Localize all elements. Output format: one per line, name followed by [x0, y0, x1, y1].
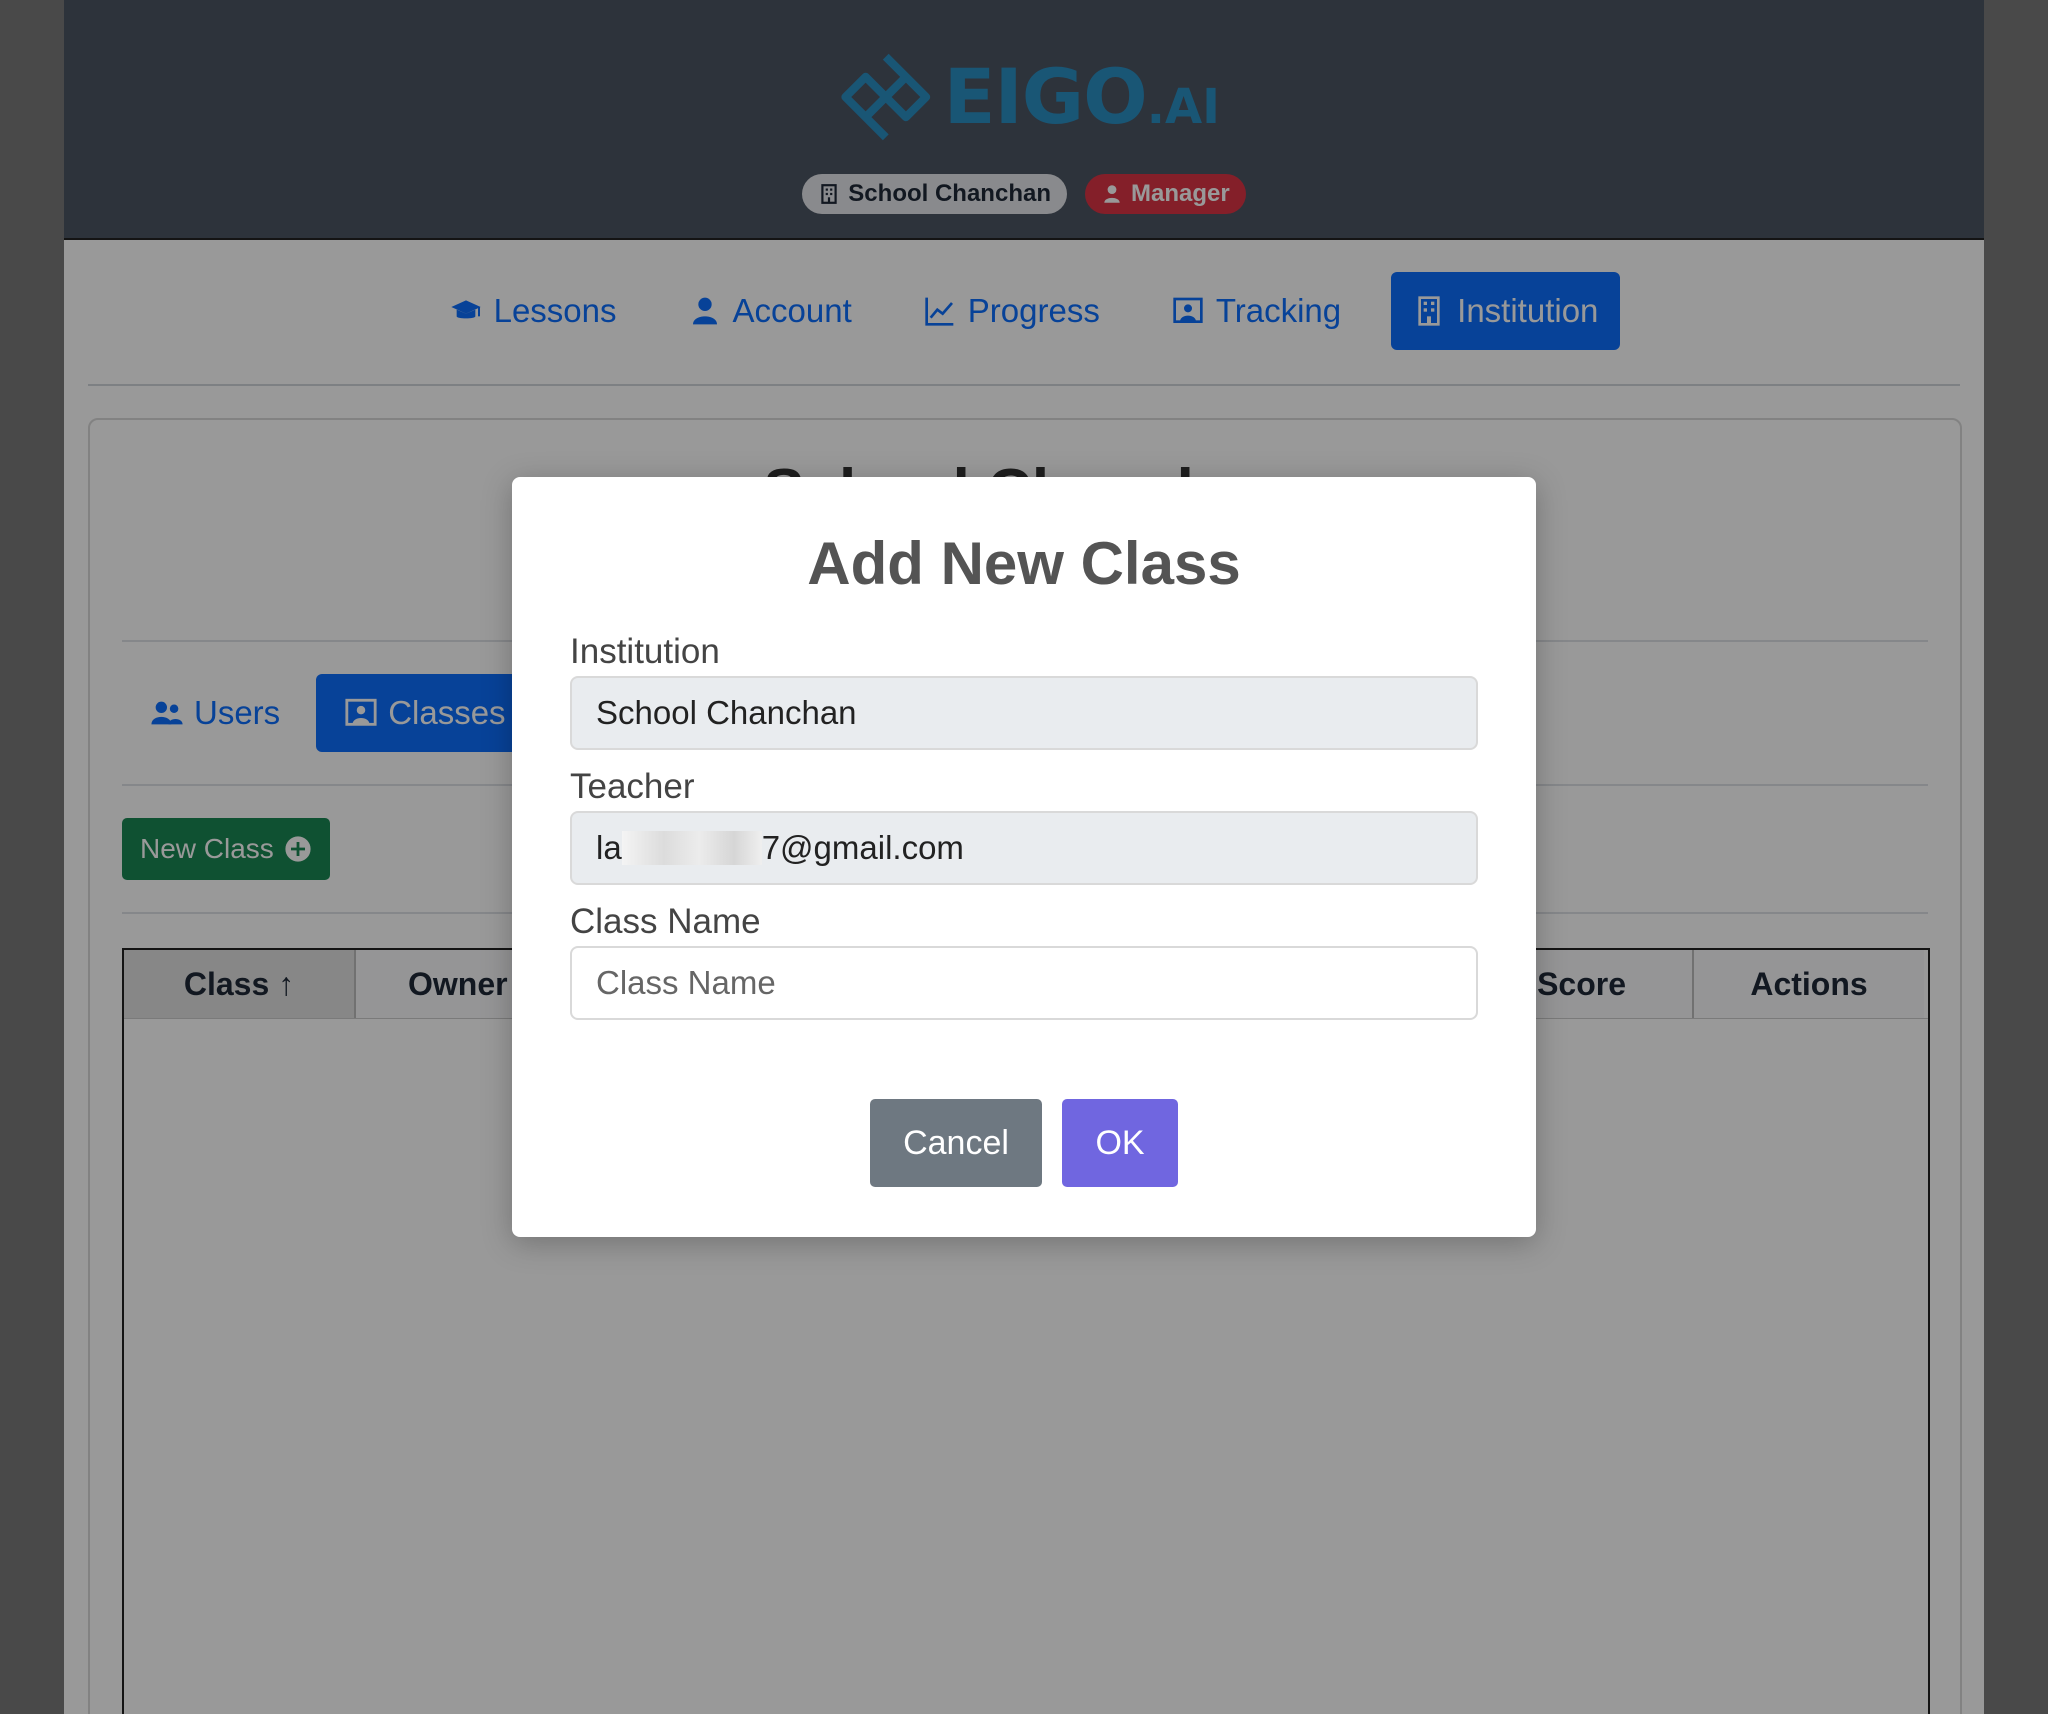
class-name-input[interactable] [570, 946, 1478, 1020]
teacher-field: la 7@gmail.com [570, 811, 1478, 885]
modal-actions: Cancel OK [512, 1099, 1536, 1187]
redacted-text [621, 831, 762, 865]
institution-value: School Chanchan [596, 694, 857, 731]
modal-title: Add New Class [807, 530, 1241, 597]
institution-label: Institution [570, 632, 720, 671]
ok-button[interactable]: OK [1062, 1099, 1178, 1187]
teacher-value-suffix: 7@gmail.com [761, 829, 964, 866]
teacher-value-prefix: la [596, 829, 622, 866]
cancel-button[interactable]: Cancel [870, 1099, 1042, 1187]
class-name-label: Class Name [570, 902, 761, 941]
institution-field: School Chanchan [570, 676, 1478, 750]
teacher-label: Teacher [570, 767, 695, 806]
add-class-modal: Add New Class Institution School Chancha… [512, 477, 1536, 1237]
